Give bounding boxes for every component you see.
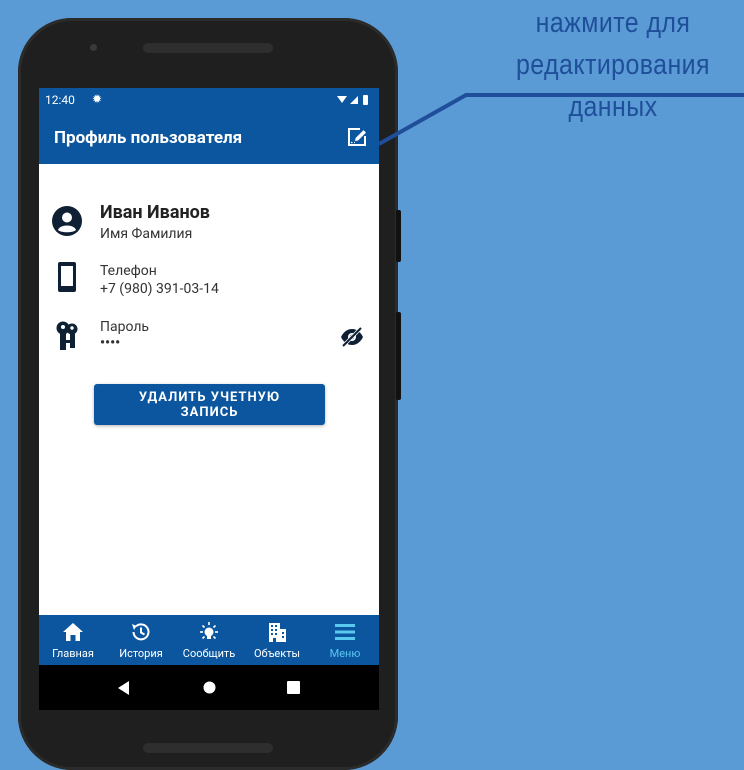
power-button [396, 312, 401, 400]
recents-icon[interactable] [287, 681, 300, 694]
app-bar: Профиль пользователя [39, 112, 379, 164]
home-button-icon[interactable] [203, 681, 216, 694]
delete-button-line-2: ЗАПИСЬ [180, 404, 239, 420]
system-navigation-bar [39, 665, 379, 710]
callout-line-3: данных [568, 91, 658, 123]
phone-value: +7 (980) 391-03-14 [100, 281, 219, 297]
smartphone-icon [58, 262, 76, 292]
user-full-name: Иван Иванов [100, 202, 210, 223]
settings-icon: ✹ [92, 92, 103, 106]
delete-button-line-1: УДАЛИТЬ УЧЕТНУЮ [138, 389, 281, 405]
bottom-speaker [143, 743, 273, 753]
menu-icon [335, 624, 355, 640]
nav-item-home[interactable]: Главная [43, 615, 103, 665]
callout-line-1: нажмите для [535, 7, 691, 39]
nav-item-report[interactable]: Сообщить [179, 615, 239, 665]
keys-icon [56, 321, 78, 350]
page-title: Профиль пользователя [54, 128, 243, 148]
account-circle-icon [52, 206, 82, 236]
history-icon [132, 623, 150, 641]
edit-profile-icon[interactable] [345, 125, 369, 149]
nav-item-history[interactable]: История [111, 615, 171, 665]
delete-account-button[interactable]: УДАЛИТЬ УЧЕТНУЮ ЗАПИСЬ [94, 384, 325, 425]
earpiece-speaker [143, 43, 273, 53]
home-icon [63, 623, 83, 641]
name-caption: Имя Фамилия [100, 226, 193, 242]
callout-line-2: редактирования [516, 49, 710, 81]
status-bar: 12:40 ✹ [39, 88, 379, 112]
nav-label-menu: Меню [329, 647, 361, 660]
password-label: Пароль [100, 319, 150, 335]
phone-label: Телефон [100, 263, 157, 279]
nav-item-menu[interactable]: Меню [315, 615, 375, 665]
front-camera [90, 44, 97, 51]
password-value: •••• [100, 335, 121, 351]
bottom-navigation: Главная История Сообщить Объекты Меню [39, 615, 379, 665]
volume-button [396, 210, 401, 262]
phone-frame: 12:40 ✹ Профиль пользователя Иван Иванов… [18, 18, 398, 770]
back-icon[interactable] [118, 681, 130, 695]
phone-screen: 12:40 ✹ Профиль пользователя Иван Иванов… [39, 88, 379, 710]
visibility-off-icon[interactable] [340, 326, 364, 348]
status-time: 12:40 [45, 93, 75, 107]
edit-hint-callout: нажмите для редактирования данных [506, 2, 721, 128]
signal-battery-icon [337, 95, 368, 105]
nav-item-objects[interactable]: Объекты [247, 615, 307, 665]
building-icon [269, 623, 286, 642]
lightbulb-icon [200, 622, 218, 640]
